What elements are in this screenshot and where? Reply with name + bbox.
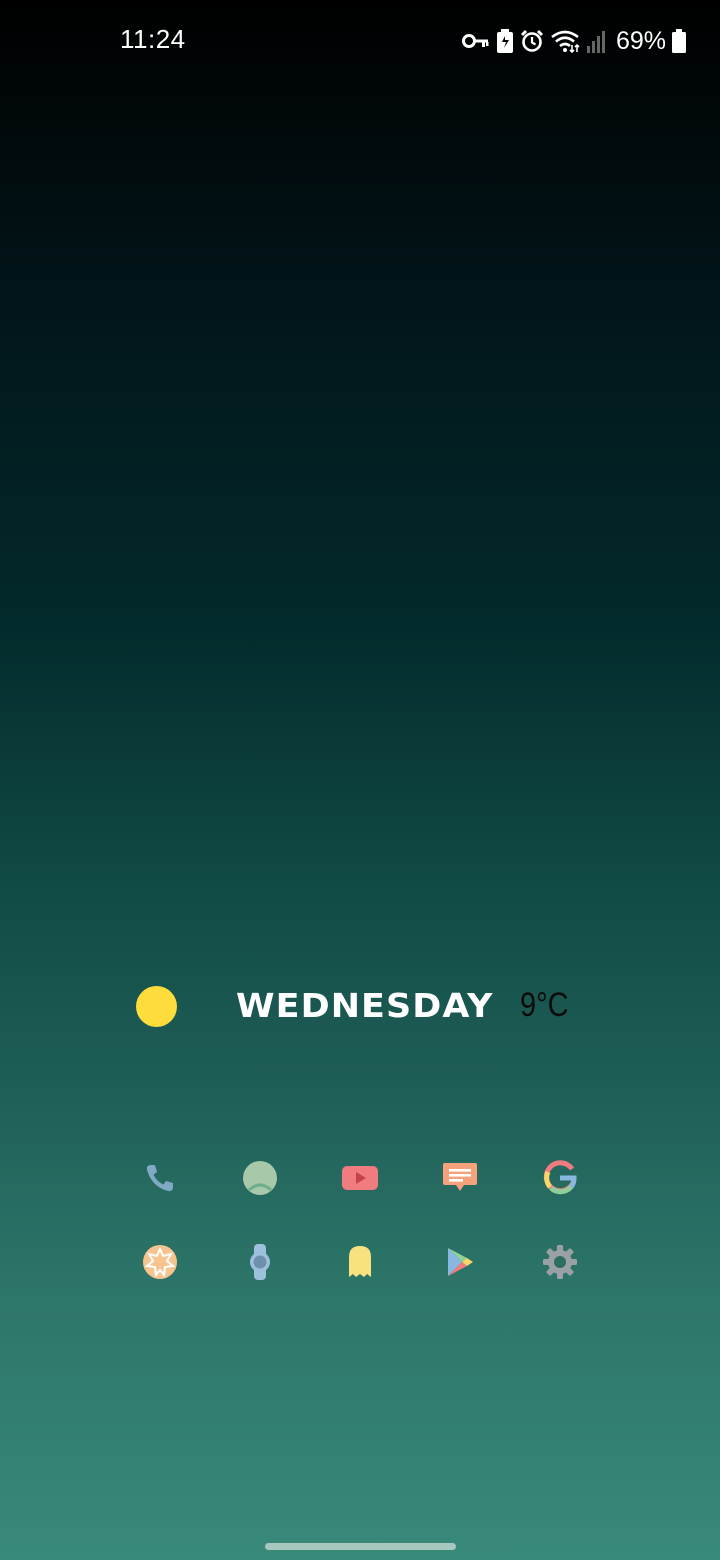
app-youtube[interactable] — [310, 1136, 410, 1220]
status-icons: 69% — [461, 26, 686, 56]
google-icon — [542, 1160, 578, 1196]
app-phone[interactable] — [110, 1136, 210, 1220]
app-watch[interactable] — [210, 1220, 310, 1304]
battery-icon — [672, 29, 686, 53]
app-ghost[interactable] — [310, 1220, 410, 1304]
youtube-icon — [342, 1165, 378, 1191]
app-play-store[interactable] — [410, 1220, 510, 1304]
ghost-icon — [347, 1245, 373, 1279]
home-gesture-bar[interactable] — [265, 1543, 456, 1550]
contacts-icon — [242, 1160, 278, 1196]
app-messages[interactable] — [410, 1136, 510, 1220]
day-label: WEDNESDAY — [236, 986, 494, 1025]
settings-icon — [542, 1244, 578, 1280]
weather-widget[interactable]: WEDNESDAY 9°C — [0, 980, 720, 1036]
battery-percent: 69% — [615, 26, 666, 55]
badge-icon — [142, 1244, 178, 1280]
status-bar: 11:24 69% — [0, 0, 720, 84]
signal-icon — [586, 29, 606, 53]
app-settings[interactable] — [510, 1220, 610, 1304]
app-contacts[interactable] — [210, 1136, 310, 1220]
temperature-label: 9°C — [520, 986, 569, 1024]
alarm-icon — [520, 29, 544, 53]
watch-icon — [248, 1244, 272, 1280]
sun-icon — [136, 986, 177, 1027]
phone-icon — [143, 1161, 177, 1195]
app-badge[interactable] — [110, 1220, 210, 1304]
battery-saver-icon — [496, 29, 514, 53]
wifi-icon — [550, 29, 580, 53]
vpn-key-icon — [461, 32, 490, 50]
app-google[interactable] — [510, 1136, 610, 1220]
messages-icon — [442, 1161, 478, 1195]
status-clock: 11:24 — [120, 24, 186, 54]
play-store-icon — [445, 1246, 475, 1278]
app-grid — [110, 1136, 610, 1304]
